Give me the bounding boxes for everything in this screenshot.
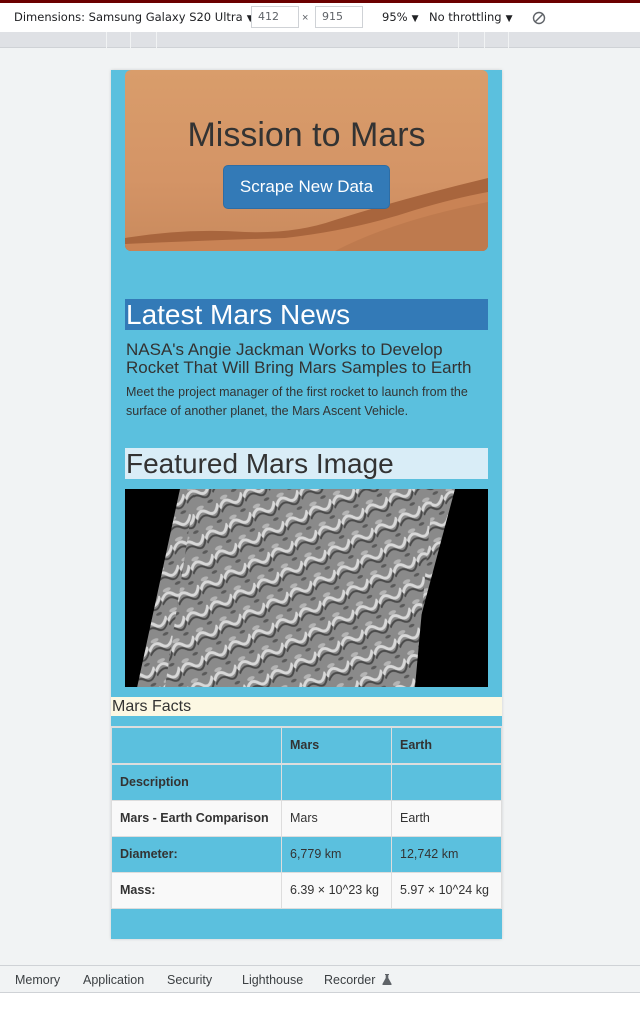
tab-security[interactable]: Security [167,973,212,987]
latest-news-heading: Latest Mars News [125,299,488,330]
table-cell: 6.39 × 10^23 kg [281,872,392,909]
tab-application[interactable]: Application [83,973,144,987]
table-header-cell [111,726,282,765]
throttling-dropdown[interactable]: No throttling ▼ [429,10,513,24]
table-cell [391,763,502,801]
news-title: NASA's Angie Jackman Works to Develop Ro… [126,340,472,377]
tab-memory[interactable]: Memory [15,973,60,987]
table-cell [281,763,392,801]
table-cell: 6,779 km [281,836,392,873]
table-row: Diameter: 6,779 km 12,742 km [111,836,502,873]
table-header-cell: Mars [281,726,392,765]
table-cell: Earth [391,800,502,837]
tab-recorder[interactable]: Recorder [324,973,392,987]
device-viewport: Mission to Mars Scrape New Data Latest M… [111,70,502,939]
page-title: Mission to Mars [187,116,426,154]
flask-icon [382,974,392,985]
mars-facts-table: Mars Earth Description Mars - Earth Comp… [111,726,502,909]
mars-facts-heading: Mars Facts [111,697,502,716]
device-dropdown[interactable]: Dimensions: Samsung Galaxy S20 Ultra▼ [14,10,254,24]
media-query-bar[interactable] [0,32,640,48]
chevron-down-icon: ▼ [411,14,419,24]
table-cell: 5.97 × 10^24 kg [391,872,502,909]
featured-image-heading: Featured Mars Image [125,448,488,479]
zoom-dropdown[interactable]: 95% ▼ [382,10,418,24]
table-header-row: Mars Earth [111,726,502,765]
tab-lighthouse[interactable]: Lighthouse [242,973,303,987]
no-sensor-icon[interactable] [531,10,547,26]
table-cell: Mars [281,800,392,837]
zoom-label: 95% [382,10,408,24]
table-index-row: Description [111,763,502,801]
table-row: Mass: 6.39 × 10^23 kg 5.97 × 10^24 kg [111,872,502,909]
table-row-label: Diameter: [111,836,282,873]
table-row-label: Mass: [111,872,282,909]
tab-recorder-label: Recorder [324,973,376,987]
scrape-new-data-button[interactable]: Scrape New Data [223,165,390,209]
table-header-cell: Earth [391,726,502,765]
news-teaser: Meet the project manager of the first ro… [126,385,468,418]
throttling-label: No throttling [429,10,502,24]
device-label: Dimensions: Samsung Galaxy S20 Ultra [14,10,243,24]
table-row-label: Mars - Earth Comparison [111,800,282,837]
device-toolbar: Dimensions: Samsung Galaxy S20 Ultra▼ 41… [0,3,640,32]
chevron-down-icon: ▼ [505,14,513,24]
featured-mars-image[interactable] [125,489,488,687]
devtools-panel-body [0,993,640,1011]
table-cell: 12,742 km [391,836,502,873]
height-input[interactable]: 915 [315,6,363,28]
table-index-label: Description [111,763,282,801]
jumbotron: Mission to Mars Scrape New Data [125,70,488,251]
table-row: Mars - Earth Comparison Mars Earth [111,800,502,837]
devtools-tab-strip: Memory Application Security Lighthouse R… [0,965,640,993]
times-separator: × [302,12,309,24]
width-input[interactable]: 412 [251,6,299,28]
mars-landscape-background [125,178,488,251]
